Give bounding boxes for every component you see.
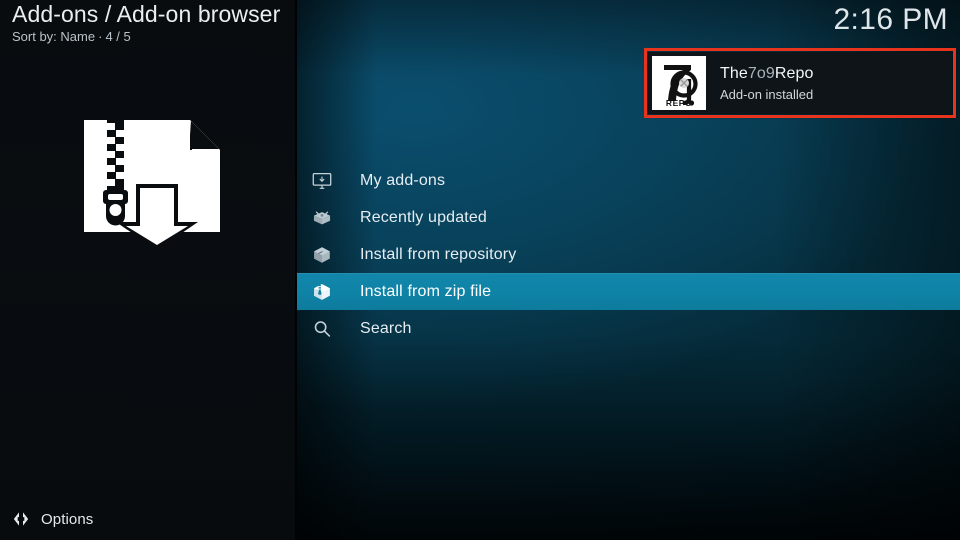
options-label: Options (41, 511, 93, 528)
menu-item-recently-updated[interactable]: Recently updated (297, 199, 960, 236)
zip-package-icon (310, 280, 334, 304)
open-box-icon (310, 206, 334, 230)
monitor-icon (310, 169, 334, 193)
sort-label: Sort by: Name (12, 29, 95, 44)
notification-title-suffix: Repo (775, 65, 814, 82)
left-info-panel (0, 0, 297, 540)
page-title: Add-ons / Add-on browser (12, 0, 280, 29)
package-icon (310, 243, 334, 267)
footer-options-bar[interactable]: Options (0, 498, 960, 540)
menu-item-label: Install from repository (360, 246, 516, 264)
notification-title-prefix: The (720, 65, 748, 82)
addon-logo-icon: REPO (652, 56, 706, 110)
svg-text:REPO: REPO (666, 98, 692, 108)
notification-title-accent: 7o9 (748, 65, 775, 82)
menu-item-label: My add-ons (360, 172, 445, 190)
notification-text: The7o9Repo Add-on installed (720, 64, 814, 103)
left-right-arrows-icon (10, 508, 32, 530)
separator-dot: · (95, 29, 105, 44)
menu-item-label: Install from zip file (360, 283, 491, 301)
notification-message: Add-on installed (720, 86, 814, 103)
menu-item-label: Search (360, 320, 412, 338)
zip-file-download-icon (78, 114, 226, 252)
menu-item-search[interactable]: Search (297, 310, 960, 347)
menu-item-install-from-repository[interactable]: Install from repository (297, 236, 960, 273)
kodi-addon-browser-screen: Add-ons / Add-on browser Sort by: Name·4… (0, 0, 960, 540)
menu-item-install-from-zip-file[interactable]: Install from zip file (297, 273, 960, 310)
menu-item-my-add-ons[interactable]: My add-ons (297, 162, 960, 199)
header-bar: Add-ons / Add-on browser Sort by: Name·4… (0, 0, 960, 46)
clock: 2:16 PM (833, 0, 948, 40)
search-icon (310, 317, 334, 341)
breadcrumb-sort-info: Sort by: Name·4 / 5 (12, 29, 131, 45)
notification-toast[interactable]: REPO The7o9Repo Add-on installed (648, 52, 952, 114)
notification-title: The7o9Repo (720, 64, 814, 84)
menu-item-label: Recently updated (360, 209, 487, 227)
addon-browser-menu: My add-ons Recently updated (297, 162, 960, 347)
item-count: 4 / 5 (105, 29, 130, 44)
